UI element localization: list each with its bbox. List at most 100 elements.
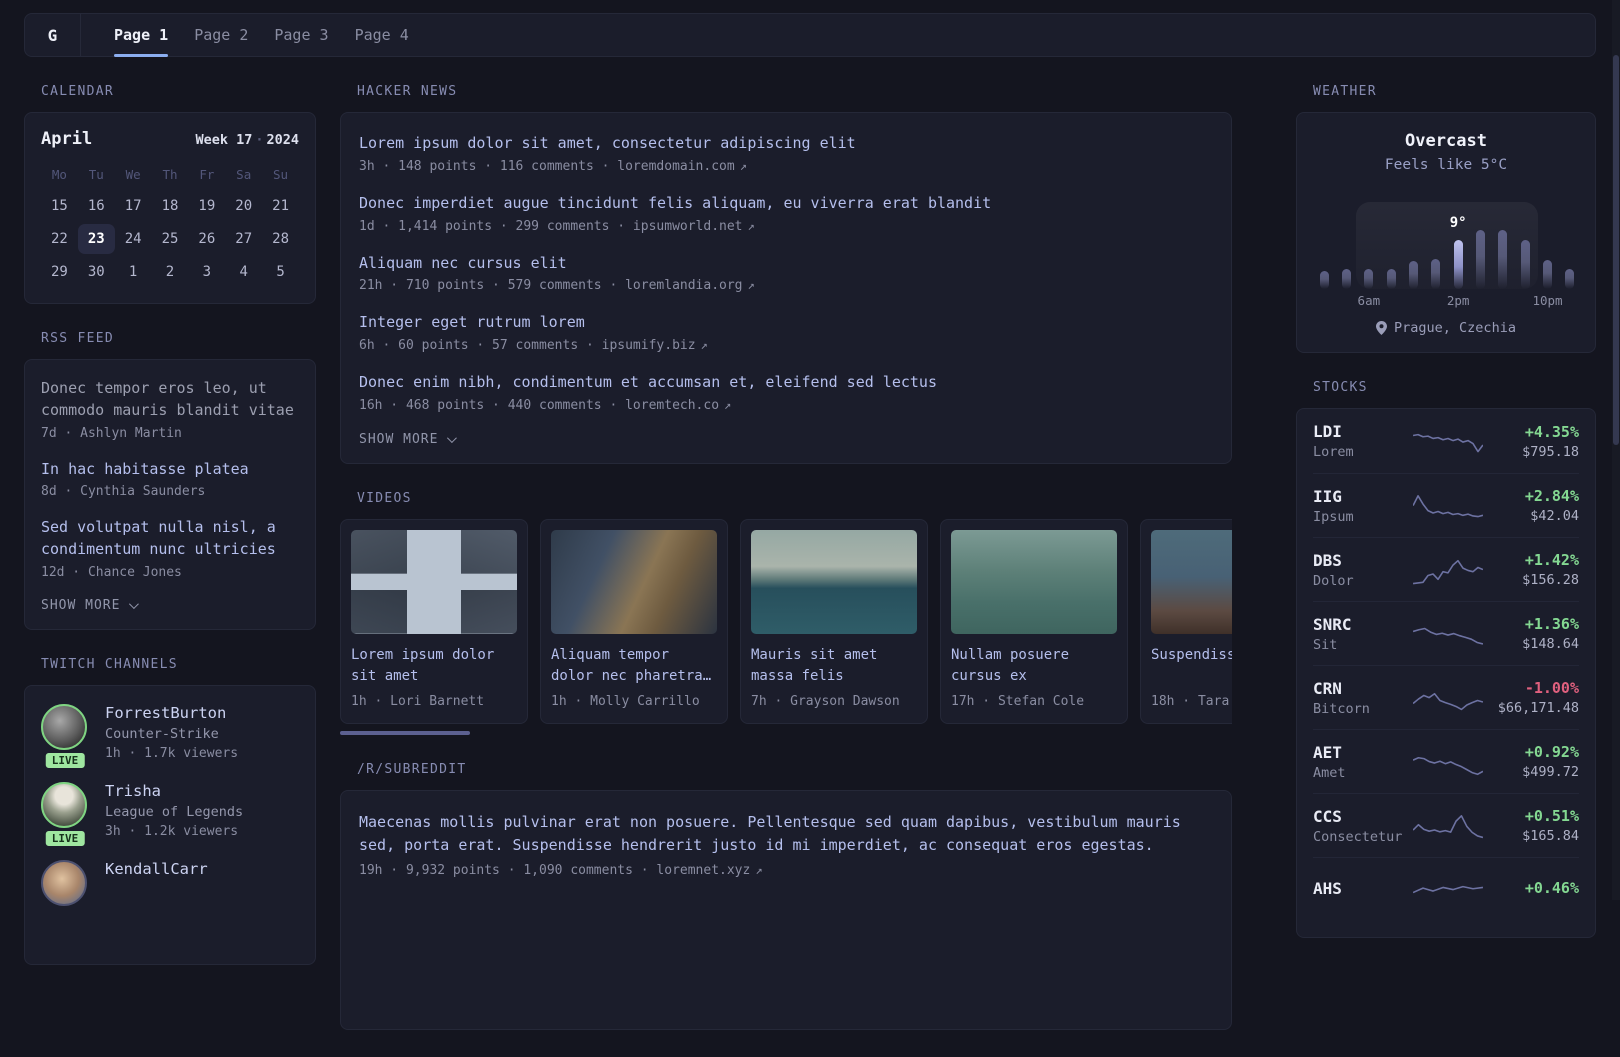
video-title-link[interactable]: Nullam posuere cursus ex: [951, 645, 1117, 687]
stock-symbol-link[interactable]: AHS: [1313, 879, 1413, 898]
external-link-icon[interactable]: ↗: [724, 398, 731, 412]
stocks-card: LDI Lorem +4.35% $795.18 IIG Ipsum +2.84% $4…: [1296, 408, 1596, 938]
external-link-icon[interactable]: ↗: [748, 278, 755, 292]
video-thumbnail[interactable]: [351, 529, 517, 634]
stock-symbol-link[interactable]: IIG: [1313, 487, 1413, 506]
external-link-icon[interactable]: ↗: [740, 159, 747, 173]
center-column: HACKER NEWS Lorem ipsum dolor sit amet, …: [340, 84, 1232, 1057]
stock-price: $66,171.48: [1497, 700, 1579, 716]
hn-item-title-link[interactable]: Lorem ipsum dolor sit amet, consectetur …: [359, 133, 1213, 155]
calendar-day[interactable]: 19: [188, 191, 225, 221]
calendar-day[interactable]: 26: [188, 224, 225, 254]
calendar-day[interactable]: 30: [78, 257, 115, 287]
hn-meta-text: 16h · 468 points · 440 comments · loremt…: [359, 397, 720, 413]
right-column: WEATHER Overcast Feels like 5°C 9° 6am 2p…: [1296, 84, 1596, 965]
stock-sparkline: [1413, 756, 1483, 775]
calendar-day[interactable]: 24: [115, 224, 152, 254]
weekday-label: Fr: [199, 167, 215, 182]
stock-sparkline: [1413, 692, 1483, 710]
chevron-down-icon: [447, 432, 458, 443]
external-link-icon[interactable]: ↗: [701, 338, 708, 352]
video-meta: 7h · Grayson Dawson: [751, 693, 900, 709]
calendar-grid: Mo Tu We Th Fr Sa Su 15 16 17 18 19 20 21 22 23 24 25 26 27…: [41, 159, 299, 287]
video-card[interactable]: Mauris sit amet massa felis 7h · Grayson…: [740, 518, 928, 724]
stock-row: AET Amet +0.92% $499.72: [1313, 729, 1579, 793]
calendar-day[interactable]: 20: [225, 191, 262, 221]
channel-name-link[interactable]: KendallCarr: [105, 860, 208, 878]
video-card[interactable]: Nullam posuere cursus ex 17h · Stefan Co…: [940, 518, 1128, 724]
tab-page-4[interactable]: Page 4: [342, 14, 422, 56]
video-card[interactable]: Lorem ipsum dolor sit amet consectetu… 1…: [340, 518, 528, 724]
weather-hour-bar: [1319, 271, 1329, 289]
calendar-day-selected[interactable]: 23: [77, 224, 115, 254]
stock-name: Consectetur: [1313, 828, 1403, 845]
external-link-icon[interactable]: ↗: [755, 863, 762, 877]
rss-show-more-button[interactable]: SHOW MORE: [41, 598, 299, 613]
rss-item-title-link[interactable]: Donec tempor eros leo, ut commodo mauris…: [41, 378, 299, 422]
video-title-link[interactable]: Mauris sit amet massa felis: [751, 645, 917, 687]
stock-symbol-link[interactable]: DBS: [1313, 551, 1413, 570]
video-thumbnail[interactable]: [1151, 529, 1232, 634]
tab-page-3[interactable]: Page 3: [261, 14, 341, 56]
tab-page-1[interactable]: Page 1: [101, 14, 181, 57]
calendar-day[interactable]: 1: [115, 257, 152, 287]
app-logo[interactable]: G: [25, 14, 81, 56]
page-scrollbar-track[interactable]: [1612, 0, 1620, 900]
calendar-day[interactable]: 25: [152, 224, 189, 254]
hn-item-title-link[interactable]: Integer eget rutrum lorem: [359, 312, 1213, 334]
tab-page-2[interactable]: Page 2: [181, 14, 261, 56]
calendar-day[interactable]: 4: [225, 257, 262, 287]
carousel-scrollbar-thumb[interactable]: [340, 730, 470, 735]
hn-show-more-button[interactable]: SHOW MORE: [359, 432, 1213, 447]
stock-name: Dolor: [1313, 572, 1354, 589]
video-title-link[interactable]: Aliquam tempor dolor nec pharetra…: [551, 645, 717, 687]
stock-symbol-link[interactable]: CCS: [1313, 807, 1413, 826]
hn-item-title-link[interactable]: Donec enim nibh, condimentum et accumsan…: [359, 372, 1213, 394]
avatar-wrap: LIVE: [41, 859, 89, 906]
calendar-day[interactable]: 3: [188, 257, 225, 287]
hn-item-title-link[interactable]: Donec imperdiet augue tincidunt felis al…: [359, 193, 1213, 215]
channel-name-link[interactable]: Trisha: [105, 782, 243, 800]
calendar-day[interactable]: 17: [115, 191, 152, 221]
video-title-link[interactable]: Lorem ipsum dolor sit amet consectetu…: [351, 645, 517, 687]
calendar-day[interactable]: 29: [41, 257, 78, 287]
reddit-post-title-link[interactable]: Maecenas mollis pulvinar erat non posuer…: [359, 811, 1213, 858]
chevron-down-icon: [129, 598, 140, 609]
calendar-day[interactable]: 28: [262, 224, 299, 254]
external-link-icon[interactable]: ↗: [748, 219, 755, 233]
stock-symbol-link[interactable]: LDI: [1313, 422, 1413, 441]
videos-carousel: Lorem ipsum dolor sit amet consectetu… 1…: [340, 518, 1232, 724]
stock-price: $42.04: [1530, 508, 1579, 524]
calendar-day[interactable]: 16: [78, 191, 115, 221]
video-thumbnail[interactable]: [951, 529, 1117, 634]
calendar-day[interactable]: 18: [152, 191, 189, 221]
rss-item-title-link[interactable]: Sed volutpat nulla nisl, a condimentum n…: [41, 517, 299, 561]
calendar-day[interactable]: 27: [225, 224, 262, 254]
calendar-day[interactable]: 2: [152, 257, 189, 287]
stocks-header: STOCKS: [1313, 380, 1368, 395]
stock-symbol-link[interactable]: SNRC: [1313, 615, 1413, 634]
video-card[interactable]: Suspendisse diam 18h · Tara: [1140, 518, 1232, 724]
rss-item: Donec tempor eros leo, ut commodo mauris…: [41, 378, 299, 441]
rss-item: Sed volutpat nulla nisl, a condimentum n…: [41, 517, 299, 580]
video-thumbnail[interactable]: [551, 529, 717, 634]
video-thumbnail[interactable]: [751, 529, 917, 634]
weather-feels-like: Feels like 5°C: [1384, 157, 1508, 173]
stock-change: +4.35%: [1524, 422, 1579, 441]
rss-item-meta: 8d · Cynthia Saunders: [41, 484, 206, 500]
stock-sparkline: [1413, 494, 1483, 517]
calendar-day[interactable]: 21: [262, 191, 299, 221]
page-scrollbar-thumb[interactable]: [1613, 55, 1619, 445]
videos-header: VIDEOS: [357, 490, 412, 506]
hn-item-title-link[interactable]: Aliquam nec cursus elit: [359, 253, 1213, 275]
video-title-link[interactable]: Suspendisse diam: [1151, 645, 1232, 687]
calendar-day[interactable]: 15: [41, 191, 78, 221]
stock-symbol-link[interactable]: CRN: [1313, 679, 1413, 698]
stock-symbol-link[interactable]: AET: [1313, 743, 1413, 762]
calendar-day[interactable]: 5: [262, 257, 299, 287]
video-card[interactable]: Aliquam tempor dolor nec pharetra… 1h · …: [540, 518, 728, 724]
calendar-day[interactable]: 22: [41, 224, 78, 254]
weather-chart: 9°: [1313, 185, 1579, 289]
rss-item-title-link[interactable]: In hac habitasse platea: [41, 459, 299, 481]
channel-name-link[interactable]: ForrestBurton: [105, 704, 238, 722]
